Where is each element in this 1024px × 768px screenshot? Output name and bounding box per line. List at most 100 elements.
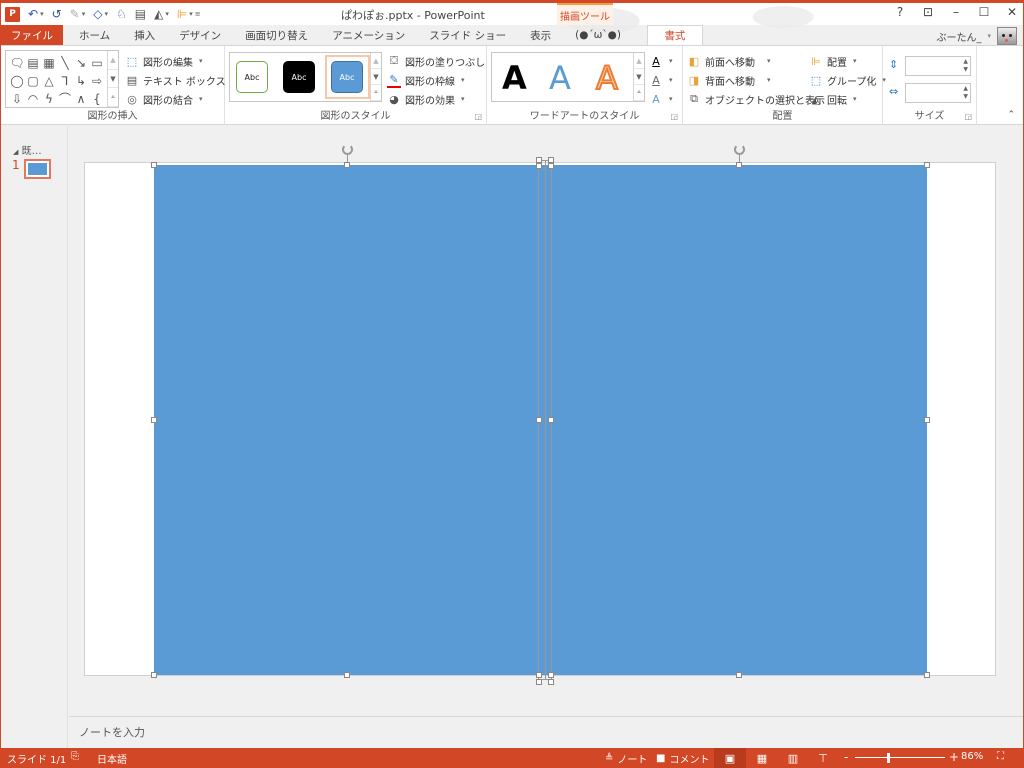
resize-handle[interactable] xyxy=(548,679,554,685)
shape-gallery-item[interactable]: ▢ xyxy=(25,72,41,90)
shape-gallery-item[interactable]: ⇩ xyxy=(9,90,25,108)
text-box-button[interactable]: ▤ テキスト ボックス ▾ xyxy=(125,71,239,89)
notes-button[interactable]: ≜ ノート xyxy=(605,751,647,766)
redo-icon[interactable]: ↺ xyxy=(52,7,62,21)
resize-handle[interactable] xyxy=(548,417,554,423)
rotate-dropdown[interactable]: ▾ xyxy=(165,10,169,18)
shape-fill-button[interactable]: ⛋ 図形の塗りつぶし ▾ xyxy=(387,52,495,70)
height-spinner[interactable]: ▲ ▼ xyxy=(963,58,968,74)
shape-gallery-item[interactable]: ↳ xyxy=(73,72,89,90)
gallery-down-icon[interactable]: ▼ xyxy=(634,69,644,85)
tab-home[interactable]: ホーム xyxy=(67,25,122,45)
dialog-launcher-icon[interactable]: ◲ xyxy=(964,112,972,121)
shape-style-blue[interactable]: Abc xyxy=(331,61,363,93)
gallery-down-icon[interactable]: ▼ xyxy=(371,69,381,85)
shape-gallery-item[interactable]: ◠ xyxy=(25,90,41,108)
ribbon-display-options-button[interactable]: ⊡ xyxy=(921,5,935,19)
shape-style-black[interactable]: Abc xyxy=(283,61,315,93)
resize-handle[interactable] xyxy=(924,417,930,423)
gallery-up-icon[interactable]: ▲ xyxy=(371,53,381,69)
resize-handle[interactable] xyxy=(736,162,742,168)
zoom-level[interactable]: 86% xyxy=(961,751,983,762)
gallery-up-icon[interactable]: ▲ xyxy=(634,53,644,69)
gallery-more-icon[interactable]: ⩡ xyxy=(371,85,381,101)
shape-gallery-item[interactable]: ⇨ xyxy=(89,72,105,90)
tab-slideshow[interactable]: スライド ショー xyxy=(417,25,518,45)
gallery-up-icon[interactable]: ▲ xyxy=(108,51,118,70)
resize-handle[interactable] xyxy=(151,672,157,678)
slide-sorter-button[interactable]: ▦ xyxy=(746,748,778,768)
shape-style-outline[interactable]: Abc xyxy=(236,61,268,93)
resize-handle[interactable] xyxy=(736,672,742,678)
resize-handle[interactable] xyxy=(344,162,350,168)
shape-effects-button[interactable]: ◕ 図形の効果 ▾ xyxy=(387,90,464,108)
tab-animations[interactable]: アニメーション xyxy=(320,25,417,45)
align-dropdown[interactable]: ▾ xyxy=(189,10,193,18)
resize-handle[interactable] xyxy=(924,162,930,168)
comments-button[interactable]: ■ コメント xyxy=(656,751,709,766)
tab-transitions[interactable]: 画面切り替え xyxy=(233,25,320,45)
resize-handle[interactable] xyxy=(924,672,930,678)
animation-icon[interactable]: ♘ xyxy=(116,7,127,21)
help-button[interactable]: ? xyxy=(893,5,907,19)
resize-handle[interactable] xyxy=(151,162,157,168)
shape-gallery-item[interactable]: ▤ xyxy=(25,54,41,72)
tab-file[interactable]: ファイル xyxy=(1,25,63,45)
resize-handle[interactable] xyxy=(548,163,554,169)
format-painter-icon[interactable]: ✎ xyxy=(70,7,80,21)
language-indicator[interactable]: 日本語 xyxy=(97,751,127,766)
merge-shapes-button[interactable]: ◎ 図形の結合 ▾ xyxy=(125,90,202,108)
resize-handle[interactable] xyxy=(344,672,350,678)
rotate-button[interactable]: ◭ 回転 ▾ xyxy=(809,90,857,108)
shape-gallery-item[interactable]: ↘ xyxy=(73,54,89,72)
spell-check-icon[interactable]: ⎘ xyxy=(71,751,79,762)
shape-gallery-item[interactable]: { xyxy=(89,90,105,108)
shape-gallery-item[interactable]: ⌒ xyxy=(57,90,73,108)
shape-rectangle-right[interactable] xyxy=(540,165,927,675)
send-backward-button[interactable]: ◨ 背面へ移動 ▾ xyxy=(687,71,771,89)
shape-dropdown[interactable]: ▾ xyxy=(104,10,108,18)
shape-gallery-item[interactable]: ▭ xyxy=(89,54,105,72)
zoom-slider[interactable] xyxy=(855,757,945,758)
width-spinner[interactable]: ▲ ▼ xyxy=(963,85,968,101)
tab-design[interactable]: デザイン xyxy=(167,25,233,45)
shape-outline-button[interactable]: ✎ 図形の枠線 ▾ xyxy=(387,71,465,89)
resize-handle[interactable] xyxy=(548,672,554,678)
align-icon[interactable]: ⊫ xyxy=(177,7,187,21)
gallery-down-icon[interactable]: ▼ xyxy=(108,70,118,89)
resize-handle[interactable] xyxy=(536,679,542,685)
format-painter-dropdown[interactable]: ▾ xyxy=(82,10,86,18)
shape-gallery-item[interactable]: ⅂ xyxy=(57,72,73,90)
undo-icon[interactable]: ↶ xyxy=(28,7,38,21)
reading-view-button[interactable]: ▥ xyxy=(777,748,809,768)
shape-icon[interactable]: ◇ xyxy=(93,7,102,21)
shape-gallery-item[interactable]: △ xyxy=(41,72,57,90)
wordart-blue[interactable]: A xyxy=(549,59,571,97)
group-button[interactable]: ⬚ グループ化 ▾ xyxy=(809,71,886,89)
wordart-black[interactable]: A xyxy=(502,59,527,97)
customize-qat-icon[interactable]: ≡ xyxy=(195,10,201,18)
textbox-icon[interactable]: ▤ xyxy=(135,7,146,21)
maximize-button[interactable]: ☐ xyxy=(977,5,991,19)
resize-handle[interactable] xyxy=(536,163,542,169)
undo-dropdown[interactable]: ▾ xyxy=(40,10,44,18)
edit-shape-button[interactable]: ⬚ 図形の編集 ▾ xyxy=(125,52,203,70)
close-button[interactable]: ✕ xyxy=(1005,5,1019,19)
fit-to-window-icon[interactable]: ⛶ xyxy=(997,751,1004,762)
normal-view-button[interactable]: ▣ xyxy=(714,748,746,768)
shape-rectangle-left[interactable] xyxy=(154,165,540,675)
slideshow-button[interactable]: ⊤ xyxy=(807,748,839,768)
shape-height-input[interactable]: ▲ ▼ xyxy=(905,56,971,76)
gallery-more-icon[interactable]: ⩡ xyxy=(634,85,644,101)
wordart-orange[interactable]: A xyxy=(595,58,619,98)
dialog-launcher-icon[interactable]: ◲ xyxy=(670,112,678,121)
rotate-icon[interactable]: ◭ xyxy=(154,7,163,21)
section-header[interactable]: ◢ 既… xyxy=(13,142,42,157)
bring-forward-button[interactable]: ◧ 前面へ移動 ▾ xyxy=(687,52,771,70)
text-outline-button[interactable]: A ▾ xyxy=(649,71,672,89)
shape-gallery-item[interactable]: 🗨 xyxy=(9,54,25,72)
shape-gallery-item[interactable]: ▦ xyxy=(41,54,57,72)
selection-pane-button[interactable]: ⧉ オブジェクトの選択と表示 xyxy=(687,90,825,108)
resize-handle[interactable] xyxy=(536,672,542,678)
minimize-button[interactable]: – xyxy=(949,5,963,19)
